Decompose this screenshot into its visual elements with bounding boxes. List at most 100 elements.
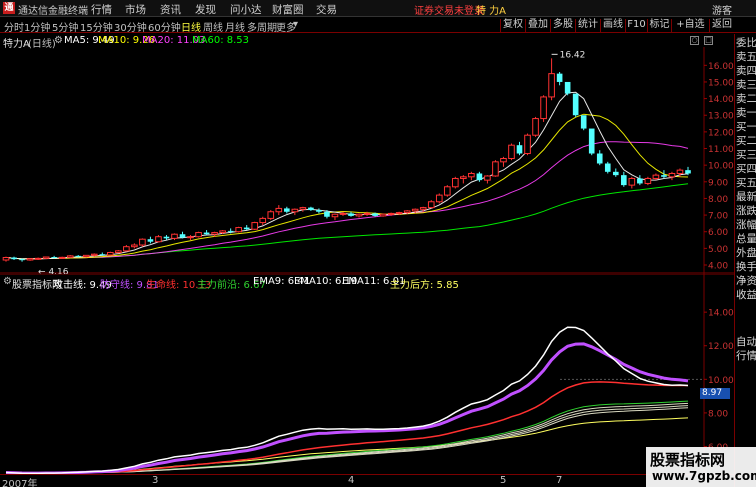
candle	[42, 256, 50, 260]
panel-item[interactable]: 最新	[736, 191, 756, 204]
stats-button[interactable]: 统计	[575, 19, 600, 32]
fuquan-button[interactable]: 复权	[500, 19, 525, 32]
back-button[interactable]: 返回	[709, 19, 734, 32]
period-monthly[interactable]: 月线	[225, 19, 245, 34]
indicator-chart[interactable]: 14.0012.0010.008.006.00	[0, 274, 734, 474]
candle-body-down	[348, 213, 354, 216]
panel-item[interactable]: 总量	[736, 233, 756, 246]
period-30min[interactable]: 30分钟	[114, 19, 147, 34]
restore-icon[interactable]: □	[704, 36, 713, 45]
y-tick-label: 8.00	[708, 195, 728, 205]
menu-wenxiaoda[interactable]: 问小达	[230, 2, 262, 17]
candle	[452, 176, 459, 189]
period-15min[interactable]: 15分钟	[80, 19, 113, 34]
candle-body-down	[661, 175, 667, 177]
candle	[556, 71, 563, 86]
candle-body-down	[203, 232, 210, 235]
menu-shichang[interactable]: 市场	[125, 2, 146, 17]
panel-item-quote[interactable]: 行情	[736, 350, 756, 363]
period-1min[interactable]: 1分钟	[24, 19, 50, 34]
app-title: 通达信金融终端	[18, 6, 88, 17]
panel-item[interactable]: 涨幅	[736, 219, 756, 232]
candle	[2, 256, 10, 262]
candle	[82, 254, 90, 258]
candle	[243, 225, 250, 231]
candle-body-up	[211, 232, 218, 235]
candle-body-up	[668, 172, 676, 178]
candle	[115, 250, 122, 254]
period-60min[interactable]: 60分钟	[148, 19, 181, 34]
panel-item[interactable]: 卖二	[736, 93, 756, 106]
settings-icon[interactable]: ⚙	[54, 35, 63, 46]
panel-item[interactable]: 卖五	[736, 51, 756, 64]
panel-item-auto[interactable]: 自动	[736, 336, 756, 349]
sub-y-tick-label: 14.00	[708, 309, 734, 319]
watermark-url: www.7gpzb.com	[652, 469, 756, 483]
notice-stock-name: 特 力A	[476, 6, 507, 17]
candle	[644, 176, 652, 186]
user-label[interactable]: 游客	[712, 2, 732, 17]
candle-body-up	[42, 256, 50, 259]
candle	[316, 208, 322, 214]
panel-item[interactable]: 涨跌	[736, 205, 756, 218]
panel-item[interactable]: 买二	[736, 135, 756, 148]
candle-body-down	[316, 210, 322, 212]
candle-body-up	[299, 207, 307, 210]
candle-body-down	[604, 163, 611, 172]
panel-item[interactable]: 换手	[736, 261, 756, 274]
candle-body-up	[58, 256, 66, 259]
candle	[508, 143, 515, 161]
panel-item[interactable]: 买三	[736, 149, 756, 162]
indicator-settings-icon[interactable]: ⚙	[3, 276, 12, 287]
candle-body-up	[82, 254, 90, 258]
menu-jiaoyi[interactable]: 交易	[316, 2, 337, 17]
panel-item[interactable]: 委比	[736, 37, 756, 50]
period-toolbar: 分时 1分钟 5分钟 15分钟 30分钟 60分钟 日线 周线 月线 多周期 更…	[0, 18, 756, 34]
candle-body-down	[163, 236, 170, 239]
candle	[203, 230, 210, 236]
life-line	[5, 381, 689, 474]
candle-body-down	[476, 173, 483, 181]
candle	[427, 200, 435, 209]
panel-item[interactable]: 外盘	[736, 247, 756, 260]
candle	[11, 256, 17, 261]
candle-body-up	[34, 257, 42, 260]
multi-stock-button[interactable]: 多股	[550, 19, 575, 32]
minimize-icon[interactable]: ○	[690, 36, 699, 45]
menu-zixun[interactable]: 资讯	[160, 2, 181, 17]
period-weekly[interactable]: 周线	[203, 19, 223, 34]
panel-item[interactable]: 卖一	[736, 107, 756, 120]
menu-caifuquan[interactable]: 财富圈	[272, 2, 304, 17]
panel-item[interactable]: 买一	[736, 121, 756, 134]
draw-line-button[interactable]: 画线	[600, 19, 625, 32]
overlay-button[interactable]: 叠加	[525, 19, 550, 32]
period-5min[interactable]: 5分钟	[52, 19, 78, 34]
period-fenshi[interactable]: 分时	[4, 19, 24, 34]
y-tick-label: 6.00	[708, 228, 728, 238]
menu-faxian[interactable]: 发现	[195, 2, 216, 17]
period-multi[interactable]: 多周期	[247, 19, 277, 34]
watermark-title: 股票指标网	[650, 451, 726, 469]
period-daily[interactable]: 日线	[181, 19, 201, 34]
panel-item[interactable]: 买五	[736, 177, 756, 190]
mark-button[interactable]: 标记	[647, 19, 671, 32]
indicator-value-tag: 8.97	[700, 388, 730, 399]
y-tick-label: 14.00	[708, 95, 734, 105]
f10-button[interactable]: F10	[625, 19, 647, 32]
candle-body-down	[556, 73, 563, 82]
candle	[484, 175, 491, 184]
panel-item[interactable]: 收益	[736, 289, 756, 302]
panel-item[interactable]: 买四	[736, 163, 756, 176]
add-favorite-button[interactable]: +自选	[671, 19, 709, 32]
more-dropdown-icon[interactable]: ▾	[293, 19, 298, 30]
y-tick-label: 11.00	[708, 145, 734, 155]
ema-line	[5, 402, 689, 474]
candlestick-chart[interactable]: 16.00 15.00 14.00 13.00 12.00 11.00 10.00 9.00 8…	[0, 47, 734, 274]
candle-body-up	[2, 257, 10, 261]
panel-item[interactable]: 卖四	[736, 65, 756, 78]
panel-item[interactable]: 卖三	[736, 79, 756, 92]
trade-login-notice[interactable]: 证券交易未登录	[414, 2, 484, 17]
panel-item[interactable]: 净资	[736, 275, 756, 288]
menu-hangqing[interactable]: 行情	[91, 2, 112, 17]
rear-line	[5, 417, 689, 474]
